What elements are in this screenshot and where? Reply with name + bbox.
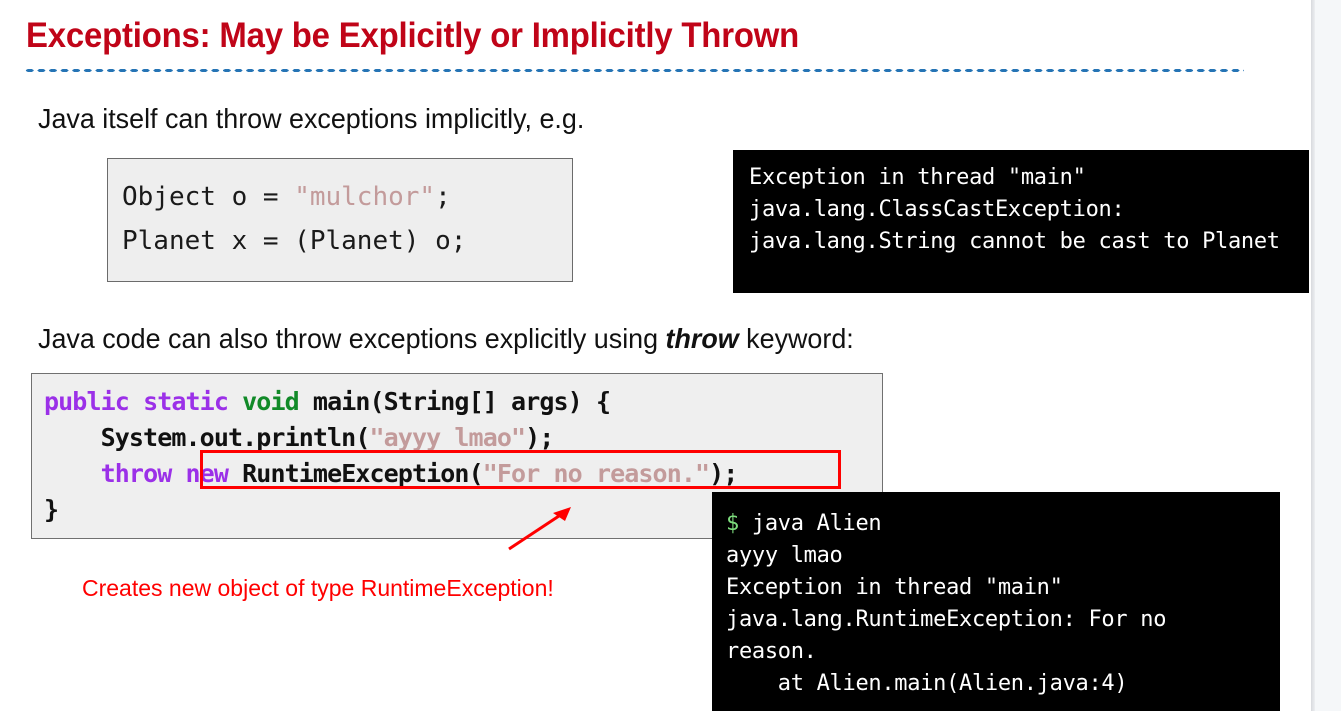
annotation-arrow-icon bbox=[508, 507, 571, 551]
keyword-void: void bbox=[242, 387, 300, 416]
paragraph-text-before: Java code can also throw exceptions expl… bbox=[38, 323, 666, 354]
code2-line-1-rest: main(String[] args) { bbox=[312, 387, 611, 416]
code-line-1-prefix: Object o = bbox=[122, 182, 295, 212]
page-title: Exceptions: May be Explicitly or Implici… bbox=[26, 16, 800, 55]
code-line-1-suffix: ; bbox=[435, 182, 451, 212]
title-divider bbox=[24, 68, 1244, 73]
code2-println-prefix: System.out.println( bbox=[44, 423, 371, 452]
code2-runtimeexception-call: RuntimeException( bbox=[242, 459, 483, 488]
terminal-output-classcastexception: Exception in thread "main" java.lang.Cla… bbox=[733, 150, 1309, 293]
code2-line-2: System.out.println("ayyy lmao"); bbox=[44, 420, 882, 456]
slide-canvas: Exceptions: May be Explicitly or Implici… bbox=[0, 0, 1311, 711]
shell-output: ayyy lmao Exception in thread "main" jav… bbox=[726, 543, 1167, 696]
keyword-static: static bbox=[143, 387, 229, 416]
annotation-text: Creates new object of type RuntimeExcept… bbox=[82, 575, 554, 601]
code2-println-suffix: ); bbox=[525, 423, 554, 452]
code2-line-1: public static void main(String[] args) { bbox=[44, 384, 882, 420]
throw-keyword-emphasis: throw bbox=[665, 323, 739, 354]
code-string-for-no-reason: "For no reason." bbox=[482, 459, 710, 488]
body-paragraph-explicit: Java code can also throw exceptions expl… bbox=[38, 323, 854, 355]
code-block-implicit-cast: Object o = "mulchor"; Planet x = (Planet… bbox=[107, 158, 573, 282]
code2-indent bbox=[44, 459, 101, 488]
keyword-public: public bbox=[44, 387, 130, 416]
code2-line-3: throw new RuntimeException("For no reaso… bbox=[44, 456, 882, 492]
terminal-output-runtimeexception: $ java Alien ayyy lmao Exception in thre… bbox=[712, 492, 1280, 711]
paragraph-text-after: keyword: bbox=[738, 323, 854, 354]
code-string-ayyy-lmao: "ayyy lmao" bbox=[369, 423, 526, 452]
code2-line-3-end: ); bbox=[709, 459, 738, 488]
keyword-new: new bbox=[185, 459, 229, 488]
viewer-background bbox=[1315, 0, 1341, 711]
code-string-mulchor: "mulchor" bbox=[294, 182, 436, 212]
shell-prompt-symbol: $ bbox=[726, 511, 739, 536]
keyword-throw: throw bbox=[100, 459, 173, 488]
body-paragraph-implicit: Java itself can throw exceptions implici… bbox=[38, 103, 585, 134]
shell-command: java Alien bbox=[738, 511, 882, 536]
code-line-2: Planet x = (Planet) o; bbox=[122, 226, 467, 256]
